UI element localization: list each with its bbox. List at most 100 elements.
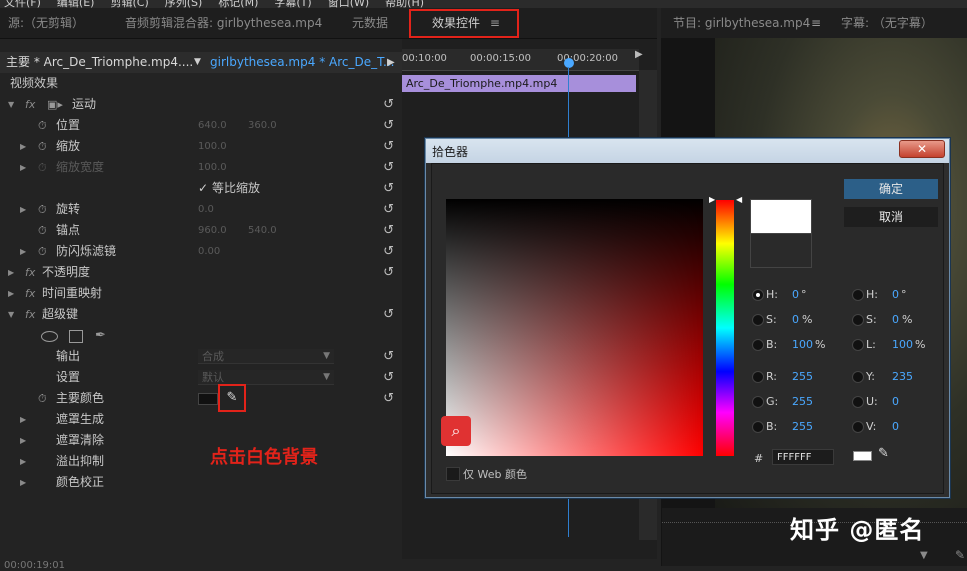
flicker-value[interactable]: 0.00 [198,241,220,262]
menu-sequence[interactable]: 序列(S) [165,0,203,8]
section-row-matte-cleanup[interactable]: ▶ 遮罩清除 [0,430,402,451]
param-row-setting[interactable]: 设置 默认 ▼ ↺ [0,367,402,388]
reset-icon[interactable]: ↺ [383,346,394,367]
expand-triangle-icon[interactable]: ▶ [20,451,26,472]
radio-yuv-v[interactable] [852,421,864,433]
anchor-y-value[interactable]: 540.0 [248,220,277,241]
param-row-position[interactable]: ⏱ 位置 640.0 360.0 ↺ [0,115,402,136]
radio-hsl-h[interactable] [852,289,864,301]
rectangle-mask-icon[interactable] [69,330,83,343]
playhead-handle[interactable] [564,58,574,68]
fx-icon[interactable]: fx [25,94,35,115]
radio-hsl-s[interactable] [852,314,864,326]
master-clip-label[interactable]: 主要 * Arc_De_Triomphe.mp4.... [6,52,193,73]
output-select[interactable]: 合成 ▼ [198,349,334,364]
color-field[interactable] [446,199,703,456]
rgb-b-value[interactable]: 255 [792,420,813,433]
effect-row-motion[interactable]: ▼ fx ▣▸ 运动 ↺ [0,94,402,115]
hue-slider-handle-left[interactable]: ▶ [709,195,715,204]
sequence-clip-label[interactable]: girlbythesea.mp4 * Arc_De_T... [210,52,394,73]
hsl-h-value[interactable]: 0 [892,288,899,301]
reset-icon[interactable]: ↺ [383,241,394,262]
yuv-y-value[interactable]: 235 [892,370,913,383]
param-row-uniform-scale[interactable]: ✓ 等比缩放 ↺ [0,178,402,199]
expand-triangle-icon[interactable]: ▶ [20,472,26,493]
menu-clip[interactable]: 剪辑(C) [110,0,148,8]
menu-edit[interactable]: 编辑(E) [57,0,95,8]
radio-rgb-g[interactable] [752,396,764,408]
fx-icon[interactable]: fx [25,283,35,304]
panel-menu-icon[interactable]: ≡ [490,16,500,30]
section-row-matte-gen[interactable]: ▶ 遮罩生成 [0,409,402,430]
yuv-v-value[interactable]: 0 [892,420,899,433]
menu-marker[interactable]: 标记(M) [218,0,258,8]
reset-icon[interactable]: ↺ [383,199,394,220]
clip-dropdown-icon[interactable]: ▼ [194,52,201,73]
menu-file[interactable]: 文件(F) [4,0,41,8]
tab-effect-controls[interactable]: 效果控件 ≡ [409,9,519,38]
effect-row-ultra-key[interactable]: ▼ fx 超级键 ↺ [0,304,402,325]
reset-icon[interactable]: ↺ [383,220,394,241]
yuv-u-value[interactable]: 0 [892,395,899,408]
hsl-s-value[interactable]: 0 [892,313,899,326]
stopwatch-icon[interactable]: ⏱ [38,220,47,241]
expand-triangle-icon[interactable]: ▶ [20,430,26,451]
fx-icon[interactable]: fx [25,262,35,283]
setting-select[interactable]: 默认 ▼ [198,370,334,385]
position-y-value[interactable]: 360.0 [248,115,277,136]
reset-icon[interactable]: ↺ [383,388,394,409]
reset-icon[interactable]: ↺ [383,262,394,283]
stopwatch-icon[interactable]: ⏱ [38,199,47,220]
expand-triangle-icon[interactable]: ▶ [20,241,26,262]
eyedropper-icon[interactable]: ✎ [878,446,889,461]
radio-rgb-b[interactable] [752,421,764,433]
eyedropper-icon[interactable]: ✎ [218,384,246,412]
stopwatch-icon[interactable]: ⏱ [38,136,47,157]
stopwatch-icon[interactable]: ⏱ [38,388,47,409]
dialog-titlebar[interactable]: 拾色器 ✕ [426,139,949,163]
search-icon[interactable]: ⌕ [441,416,471,446]
expand-triangle-icon[interactable]: ▶ [20,136,26,157]
radio-hsl-l[interactable] [852,339,864,351]
web-only-checkbox[interactable] [446,467,460,481]
close-icon[interactable]: ✕ [899,140,945,158]
hue-slider-handle-right[interactable]: ◀ [736,195,742,204]
param-row-scale[interactable]: ▶ ⏱ 缩放 100.0 ↺ [0,136,402,157]
expand-triangle-icon[interactable]: ▶ [8,262,14,283]
hsb-s-value[interactable]: 0 [792,313,799,326]
effect-row-opacity[interactable]: ▶ fx 不透明度 ↺ [0,262,402,283]
expand-triangle-icon[interactable]: ▶ [20,199,26,220]
param-row-anchor[interactable]: ⏱ 锚点 960.0 540.0 ↺ [0,220,402,241]
expand-triangle-icon[interactable]: ▶ [20,157,26,178]
tab-audio-mixer[interactable]: 音频剪辑混合器: girlbythesea.mp4 [125,8,322,38]
reset-icon[interactable]: ↺ [383,136,394,157]
hex-input[interactable]: FFFFFF [772,449,834,465]
radio-yuv-u[interactable] [852,396,864,408]
expand-triangle-icon[interactable]: ▼ [8,304,14,325]
tab-source[interactable]: 源:（无剪辑） [8,8,84,38]
tab-program[interactable]: 节目: girlbythesea.mp4 [673,8,810,38]
section-row-color-correction[interactable]: ▶ 颜色校正 [0,472,402,493]
hsl-l-value[interactable]: 100 [892,338,913,351]
menu-window[interactable]: 窗口(W) [328,0,369,8]
rotation-value[interactable]: 0.0 [198,199,214,220]
anchor-x-value[interactable]: 960.0 [198,220,227,241]
playhead-marker-icon[interactable]: ▼ [920,550,928,561]
radio-hsb-h[interactable] [752,289,764,301]
tab-captions[interactable]: 字幕: （无字幕） [841,8,933,38]
time-ruler[interactable]: 00:10:00 00:00:15:00 00:00:20:00 [402,49,639,71]
program-menu-icon[interactable]: ≡ [811,8,821,38]
pen-mask-icon[interactable]: ✒ [95,325,106,346]
reset-icon[interactable]: ↺ [383,94,394,115]
ellipse-mask-icon[interactable] [41,331,58,342]
param-row-flicker[interactable]: ▶ ⏱ 防闪烁滤镜 0.00 ↺ [0,241,402,262]
scale-value[interactable]: 100.0 [198,136,227,157]
hue-slider[interactable] [716,200,734,456]
radio-yuv-y[interactable] [852,371,864,383]
effect-row-time-remap[interactable]: ▶ fx 时间重映射 [0,283,402,304]
position-x-value[interactable]: 640.0 [198,115,227,136]
cancel-button[interactable]: 取消 [844,207,938,227]
timeline-clip[interactable]: Arc_De_Triomphe.mp4.mp4 [402,75,636,92]
fx-icon[interactable]: fx [25,304,35,325]
section-row-spill[interactable]: ▶ 溢出抑制 [0,451,402,472]
